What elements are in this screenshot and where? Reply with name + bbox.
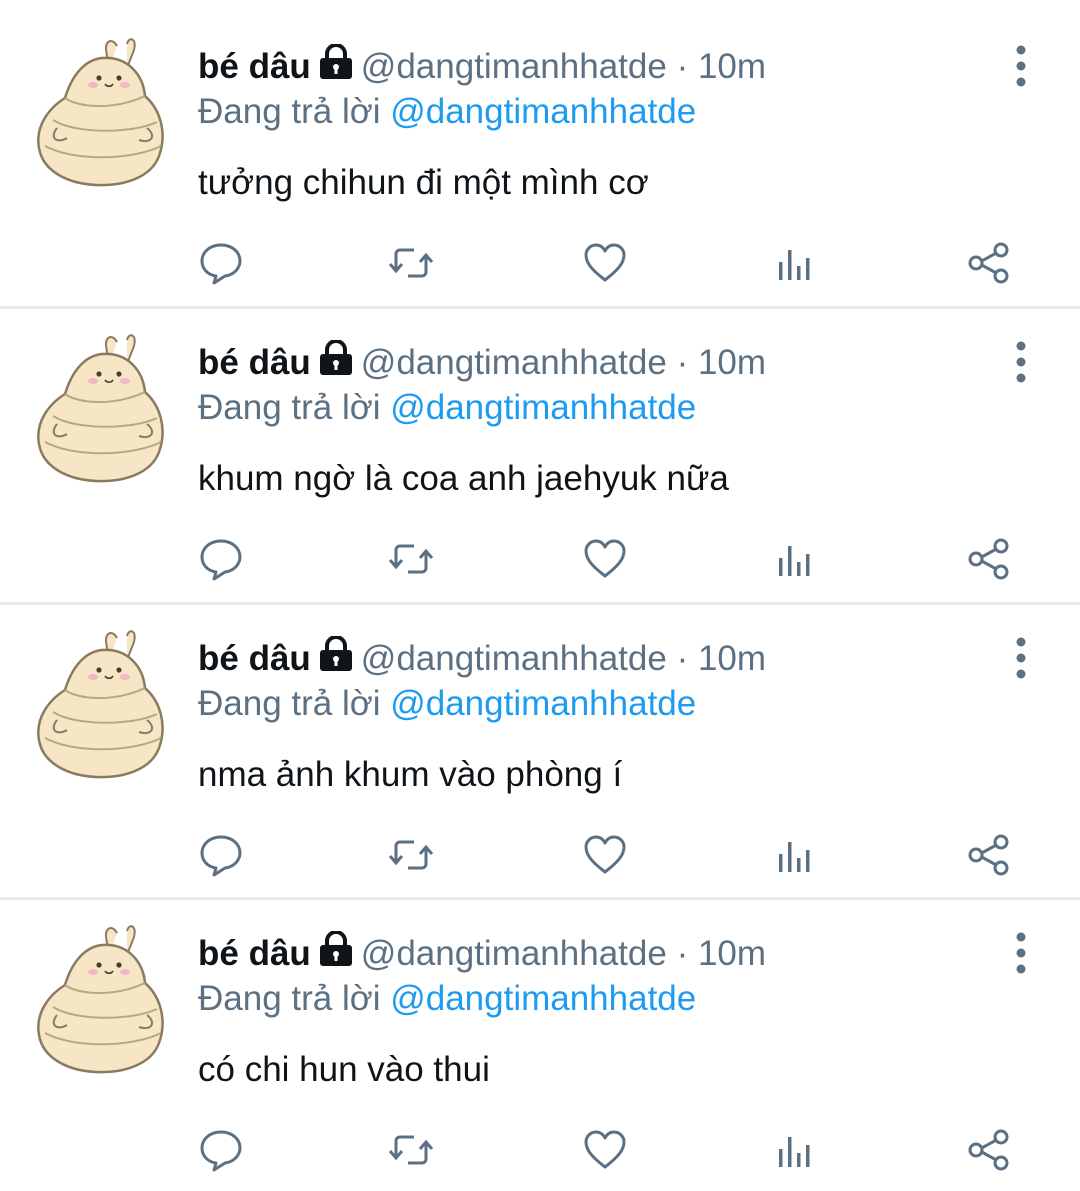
more-vertical-icon[interactable] [1003, 931, 1039, 975]
reply-to-handle[interactable]: @dangtimanhhatde [390, 388, 696, 427]
analytics-icon[interactable] [774, 536, 820, 582]
more-vertical-icon[interactable] [1003, 340, 1039, 384]
tweet-text: tưởng chihun đi một mình cơ [198, 163, 649, 202]
reply-icon[interactable] [198, 536, 244, 582]
tweet[interactable]: bé dâu @dangtimanhhatde · 10m Đang trả lờ… [0, 0, 1080, 296]
timestamp[interactable]: 10m [698, 934, 766, 973]
display-name[interactable]: bé dâu [198, 343, 311, 382]
separator-dot: · [676, 639, 689, 678]
reply-context: Đang trả lời @dangtimanhhatde [198, 681, 696, 727]
lock-icon [317, 930, 355, 979]
timestamp[interactable]: 10m [698, 343, 766, 382]
more-vertical-icon[interactable] [1003, 44, 1039, 88]
user-handle[interactable]: @dangtimanhhatde [361, 934, 667, 973]
display-name[interactable]: bé dâu [198, 639, 311, 678]
separator-dot: · [676, 934, 689, 973]
heart-icon[interactable] [582, 832, 628, 878]
retweet-icon[interactable] [388, 240, 434, 286]
tweet-header: bé dâu @dangtimanhhatde · 10m [198, 930, 766, 979]
analytics-icon[interactable] [774, 832, 820, 878]
reply-to-handle[interactable]: @dangtimanhhatde [390, 92, 696, 131]
avatar[interactable] [35, 925, 169, 1075]
retweet-icon[interactable] [388, 1127, 434, 1173]
more-vertical-icon[interactable] [1003, 636, 1039, 680]
lock-icon [317, 635, 355, 684]
avatar[interactable] [35, 630, 169, 780]
user-handle[interactable]: @dangtimanhhatde [361, 639, 667, 678]
reply-context: Đang trả lời @dangtimanhhatde [198, 385, 696, 431]
tweet-header: bé dâu @dangtimanhhatde · 10m [198, 43, 766, 92]
timestamp[interactable]: 10m [698, 639, 766, 678]
timestamp[interactable]: 10m [698, 47, 766, 86]
analytics-icon[interactable] [774, 240, 820, 286]
tweet-text: khum ngờ là coa anh jaehyuk nữa [198, 459, 729, 498]
heart-icon[interactable] [582, 240, 628, 286]
display-name[interactable]: bé dâu [198, 47, 311, 86]
reply-icon[interactable] [198, 1127, 244, 1173]
avatar[interactable] [35, 38, 169, 188]
reply-prefix: Đang trả lời [198, 92, 381, 131]
retweet-icon[interactable] [388, 536, 434, 582]
share-icon[interactable] [966, 1127, 1012, 1173]
share-icon[interactable] [966, 536, 1012, 582]
reply-context: Đang trả lời @dangtimanhhatde [198, 89, 696, 135]
tweet[interactable]: bé dâu @dangtimanhhatde · 10m Đang trả lờ… [0, 592, 1080, 888]
retweet-icon[interactable] [388, 832, 434, 878]
reply-prefix: Đang trả lời [198, 388, 381, 427]
heart-icon[interactable] [582, 1127, 628, 1173]
share-icon[interactable] [966, 240, 1012, 286]
share-icon[interactable] [966, 832, 1012, 878]
tweet-header: bé dâu @dangtimanhhatde · 10m [198, 635, 766, 684]
tweet-header: bé dâu @dangtimanhhatde · 10m [198, 339, 766, 388]
separator-dot: · [676, 343, 689, 382]
lock-icon [317, 339, 355, 388]
user-handle[interactable]: @dangtimanhhatde [361, 47, 667, 86]
reply-to-handle[interactable]: @dangtimanhhatde [390, 979, 696, 1018]
analytics-icon[interactable] [774, 1127, 820, 1173]
reply-icon[interactable] [198, 832, 244, 878]
separator-dot: · [676, 47, 689, 86]
lock-icon [317, 43, 355, 92]
tweet-text: nma ảnh khum vào phòng í [198, 755, 623, 794]
display-name[interactable]: bé dâu [198, 934, 311, 973]
reply-prefix: Đang trả lời [198, 979, 381, 1018]
timeline: bé dâu @dangtimanhhatde · 10m Đang trả lờ… [0, 0, 1080, 1191]
reply-prefix: Đang trả lời [198, 684, 381, 723]
reply-context: Đang trả lời @dangtimanhhatde [198, 976, 696, 1022]
heart-icon[interactable] [582, 536, 628, 582]
user-handle[interactable]: @dangtimanhhatde [361, 343, 667, 382]
tweet[interactable]: bé dâu @dangtimanhhatde · 10m Đang trả lờ… [0, 887, 1080, 1183]
avatar[interactable] [35, 334, 169, 484]
reply-to-handle[interactable]: @dangtimanhhatde [390, 684, 696, 723]
reply-icon[interactable] [198, 240, 244, 286]
tweet[interactable]: bé dâu @dangtimanhhatde · 10m Đang trả lờ… [0, 296, 1080, 592]
tweet-text: có chi hun vào thui [198, 1050, 490, 1089]
